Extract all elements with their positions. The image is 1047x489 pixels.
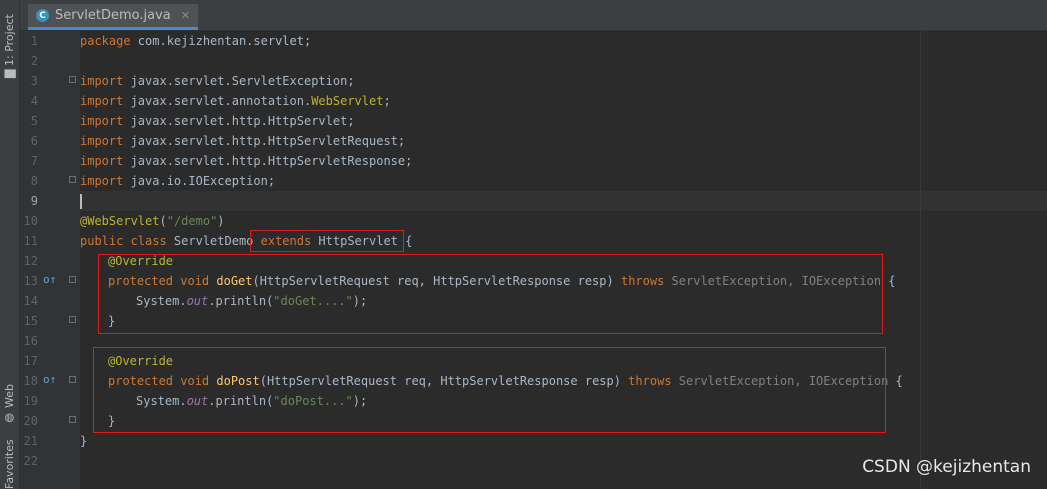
right-margin-guide [920,31,921,489]
highlight-box-extends [250,230,404,252]
line-number: 17 [23,354,38,368]
code-line-7: import javax.servlet.http.HttpServletRes… [80,154,413,168]
line-number: 19 [23,394,38,408]
globe-icon: ◍ [3,412,16,425]
java-class-icon: C [36,9,49,22]
line-number: 8 [30,174,38,188]
line-number: 6 [30,134,38,148]
favorites-tool-tab[interactable]: Favorites [1,440,18,489]
highlight-box-dopost [93,347,886,433]
favorites-tab-label: Favorites [3,440,16,489]
code-line-6: import javax.servlet.http.HttpServletReq… [80,134,406,148]
line-number: 4 [30,94,38,108]
code-line-1: package com.kejizhentan.servlet; [80,34,312,48]
fold-toggle-icon[interactable] [69,376,76,383]
fold-toggle-icon[interactable] [69,76,76,83]
web-tab-label: Web [3,384,16,408]
line-number: 10 [23,214,38,228]
line-number: 5 [30,114,38,128]
line-number: 3 [30,74,38,88]
line-number: 20 [23,414,38,428]
editor-tab-bar: C ServletDemo.java ✕ [20,0,1047,31]
fold-toggle-icon[interactable] [69,276,76,283]
line-number: 2 [30,54,38,68]
line-number: 16 [23,334,38,348]
line-number: 9 [30,194,38,208]
line-number: 14 [23,294,38,308]
fold-toggle-icon[interactable] [69,316,76,323]
fold-toggle-icon[interactable] [69,176,76,183]
code-line-21: } [80,434,88,448]
code-line-3: import javax.servlet.ServletException; [80,74,355,88]
text-caret [80,194,82,209]
line-number: 12 [23,254,38,268]
code-line-9-current [80,191,1047,211]
line-number: 13 [23,274,38,288]
watermark-text: CSDN @kejizhentan [862,457,1031,477]
line-number: 7 [30,154,38,168]
project-tool-tab[interactable]: ▇ 1: Project [1,8,18,78]
line-number: 15 [23,314,38,328]
folder-icon: ▇ [3,69,16,78]
code-line-4: import javax.servlet.annotation.WebServl… [80,94,391,108]
override-marker-icon[interactable]: o↑ [43,373,56,386]
line-number: 18 [23,374,38,388]
code-line-8: import java.io.IOException; [80,174,276,188]
line-number: 22 [23,454,38,468]
code-line-5: import javax.servlet.http.HttpServlet; [80,114,355,128]
left-tool-strip: ▇ 1: Project ◍ Web Favorites [0,0,20,489]
tab-filename: ServletDemo.java [55,8,171,23]
tab-servletdemo[interactable]: C ServletDemo.java ✕ [28,4,198,30]
code-line-10: @WebServlet("/demo") [80,214,225,228]
line-number: 1 [30,34,38,48]
line-number: 21 [23,434,38,448]
project-tab-label: 1: Project [3,13,16,66]
web-tool-tab[interactable]: ◍ Web [1,380,18,425]
fold-toggle-icon[interactable] [69,416,76,423]
close-icon[interactable]: ✕ [181,9,190,22]
override-marker-icon[interactable]: o↑ [43,273,56,286]
highlight-box-doget [98,254,883,334]
line-number: 11 [23,234,38,248]
